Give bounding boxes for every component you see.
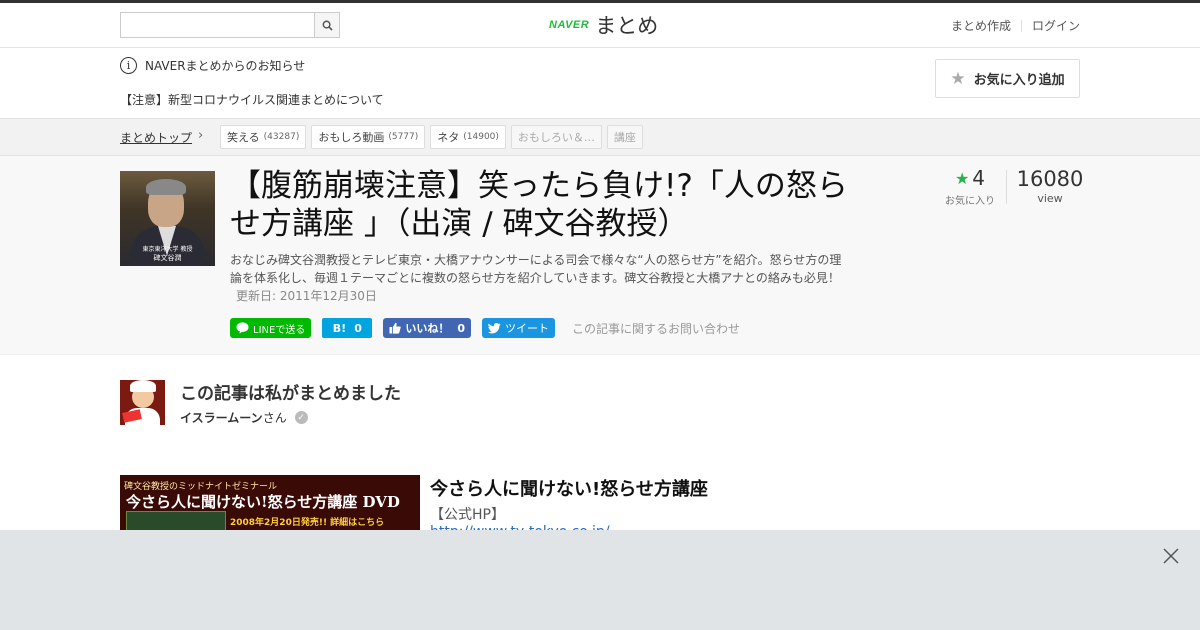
divider (1006, 170, 1007, 204)
tag-count: (14900) (463, 132, 499, 142)
add-favorite-label: お気に入り追加 (973, 73, 1065, 88)
tag-count: (5777) (388, 132, 419, 142)
facebook-like-count: 0 (457, 321, 465, 335)
tag-label: ネタ (437, 131, 460, 144)
article-stats: ★ 4 お気に入り 16080 view (935, 166, 1083, 210)
banner-text: 今さら人に聞けない!怒らせ方講座 DVD (126, 493, 400, 511)
tag-count: (43287) (263, 132, 300, 142)
tag-item[interactable]: ネタ (14900) (430, 125, 506, 149)
tweet-label: ツイート (504, 322, 549, 335)
article-header: 東京東洋大学 教授 碑文谷潤 【腹筋崩壊注意】笑ったら負け!?「人の怒らせ方講座… (0, 156, 1200, 355)
line-share-button[interactable]: LINEで送る (230, 318, 312, 338)
author-name-link[interactable]: イスラームーン (180, 409, 263, 426)
divider (1020, 19, 1022, 32)
dvd-banner-image[interactable]: 碑文谷教授のミッドナイトゼミナール 今さら人に聞けない!怒らせ方講座 DVD 2… (120, 475, 420, 535)
chevron-right-icon: › (198, 128, 204, 143)
hatena-bookmark-button[interactable]: B! 0 (322, 318, 373, 338)
twitter-bird-icon (487, 322, 501, 333)
tag-label: おもしろい＆… (517, 131, 595, 144)
banner-text: 2008年2月20日発売!! 詳細はこちら (230, 518, 385, 528)
page-title: 【腹筋崩壊注意】笑ったら負け!?「人の怒らせ方講座 」（出演 / 碑文谷教授） (230, 168, 848, 242)
breadcrumb: まとめトップ › 笑える (43287) おもしろ動画 (5777) ネタ (1490… (0, 118, 1200, 156)
favorite-count-value: 4 (972, 166, 986, 190)
article-thumbnail: 東京東洋大学 教授 碑文谷潤 (120, 171, 215, 266)
line-share-label: LINEで送る (253, 324, 306, 336)
logo-brand: NAVER (549, 19, 590, 31)
tag-label: 講座 (613, 131, 636, 144)
facebook-like-button[interactable]: いいね！ 0 (383, 318, 471, 338)
tag-item[interactable]: おもしろい＆… (510, 125, 602, 149)
author-heading: この記事は私がまとめました (180, 384, 401, 404)
logo-name: まとめ (595, 14, 659, 38)
thumbnail-caption: 東京東洋大学 教授 (142, 246, 193, 253)
article-description: おなじみ碑文谷潤教授とテレビ東京・大橋アナウンサーによる司会で様々な“人の怒らせ… (230, 251, 842, 305)
header-links: まとめ作成 ログイン (951, 17, 1080, 34)
line-icon (236, 322, 249, 334)
updated-date: 更新日: 2011年12月30日 (236, 289, 377, 303)
favorite-count: ★ 4 お気に入り (935, 166, 1005, 207)
view-count-value: 16080 (1016, 167, 1084, 191)
notice-label: NAVERまとめからのお知らせ (145, 59, 306, 73)
contact-link[interactable]: この記事に関するお問い合わせ (572, 320, 740, 337)
close-icon[interactable] (1162, 547, 1180, 565)
item-title[interactable]: 今さら人に聞けない!怒らせ方講座 (430, 475, 708, 501)
facebook-thumb-icon (389, 322, 402, 334)
ad-overlay (0, 530, 1200, 630)
site-logo[interactable]: NAVER まとめ (549, 11, 658, 39)
tag-label: 笑える (227, 131, 260, 144)
author-suffix: さん (262, 411, 287, 425)
favorite-count-label: お気に入り (945, 196, 995, 207)
tag-item[interactable]: 笑える (43287) (220, 125, 307, 149)
tag-label: おもしろ動画 (318, 131, 385, 144)
login-link[interactable]: ログイン (1032, 17, 1080, 34)
create-matome-link[interactable]: まとめ作成 (951, 17, 1011, 34)
search-input[interactable] (120, 12, 340, 38)
share-buttons: LINEで送る B! 0 いいね！ 0 ツイート この記事に関するお問い合わせ (230, 318, 740, 338)
add-favorite-button[interactable]: ★ お気に入り追加 (935, 59, 1080, 98)
facebook-like-label: いいね！ (405, 322, 450, 335)
view-count-label: view (1037, 192, 1063, 205)
author-name: イスラームーン さん ✓ (180, 409, 308, 426)
tag-item[interactable]: 講座 (606, 125, 643, 149)
info-icon: i (120, 57, 137, 74)
tag-list: 笑える (43287) おもしろ動画 (5777) ネタ (14900) おもしろい＆… (220, 125, 643, 149)
verified-check-icon: ✓ (294, 411, 308, 424)
site-header: NAVER まとめ まとめ作成 ログイン (0, 3, 1200, 48)
hatena-label: B! (332, 321, 347, 335)
star-icon: ★ (954, 168, 970, 188)
tag-item[interactable]: おもしろ動画 (5777) (311, 125, 426, 149)
avatar[interactable] (120, 380, 165, 425)
tweet-button[interactable]: ツイート (481, 318, 555, 338)
description-text: おなじみ碑文谷潤教授とテレビ東京・大橋アナウンサーによる司会で様々な“人の怒らせ… (230, 253, 842, 285)
hatena-count: 0 (354, 321, 362, 335)
breadcrumb-top-link[interactable]: まとめトップ (120, 129, 192, 146)
view-count: 16080 view (1015, 166, 1085, 205)
notice-link[interactable]: 【注意】新型コロナウイルス関連まとめについて (120, 91, 384, 108)
search-button[interactable] (314, 13, 339, 37)
star-icon: ★ (950, 68, 966, 89)
thumbnail-caption: 碑文谷潤 (153, 254, 182, 262)
notice-heading: i NAVERまとめからのお知らせ (120, 57, 305, 74)
item-source: 【公式HP】 (430, 507, 505, 523)
search-icon (322, 20, 333, 31)
